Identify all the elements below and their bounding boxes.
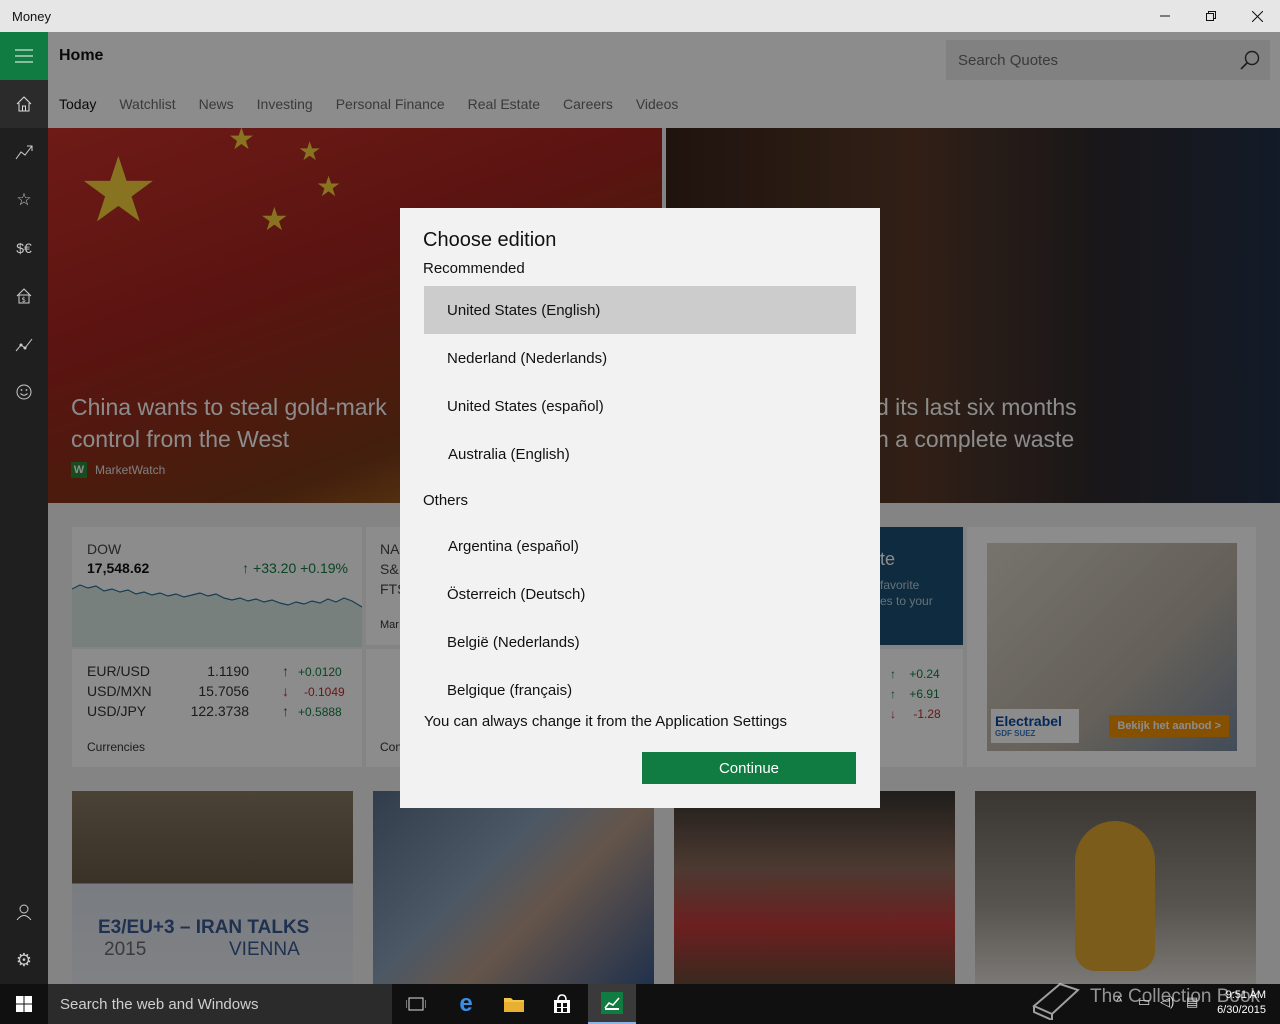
taskbar-search[interactable]: Search the web and Windows: [48, 984, 392, 1024]
book-watermark-icon: [1032, 982, 1080, 1020]
dialog-note: You can always change it from the Applic…: [424, 713, 788, 730]
rail-investing[interactable]: [0, 320, 48, 368]
edition-option-nl-nederlands[interactable]: Nederland (Nederlands): [424, 334, 856, 382]
edition-label: United States (English): [447, 301, 601, 319]
edition-label: Argentina (español): [448, 537, 579, 555]
store-icon: [554, 994, 570, 1013]
edition-label: United States (español): [447, 397, 604, 415]
recommended-heading: Recommended: [423, 260, 525, 277]
rail-bottom: ⚙: [0, 888, 48, 984]
smiley-icon: [16, 384, 32, 400]
rail-account[interactable]: [0, 888, 48, 936]
money-app-icon: [601, 992, 623, 1014]
window-title: Money: [12, 8, 52, 24]
clock[interactable]: 9:51 AM 6/30/2015: [1217, 988, 1266, 1018]
dialog-title: Choose edition: [423, 229, 557, 251]
continue-button[interactable]: Continue: [642, 752, 856, 784]
restore-icon: [1206, 11, 1216, 21]
rail-feedback[interactable]: [0, 368, 48, 416]
rail-home[interactable]: [0, 80, 48, 128]
edition-option-us-espanol[interactable]: United States (español): [424, 382, 856, 430]
edition-option-au-english[interactable]: Australia (English): [424, 430, 856, 478]
money-app-button[interactable]: [588, 984, 636, 1024]
task-view-button[interactable]: [392, 984, 440, 1024]
rail-settings[interactable]: ⚙: [0, 936, 48, 984]
restore-button[interactable]: [1188, 0, 1234, 32]
svg-text:$: $: [22, 296, 26, 304]
currency-icon: $€: [16, 240, 32, 256]
navigation-rail: ☆ $€ $ ⚙: [0, 32, 48, 984]
edition-option-ar-espanol[interactable]: Argentina (español): [424, 522, 856, 570]
network-icon[interactable]: ▭: [1138, 994, 1150, 1010]
close-button[interactable]: [1234, 0, 1280, 32]
edition-option-be-nederlands[interactable]: België (Nederlands): [424, 618, 856, 666]
title-bar: Money: [0, 0, 1280, 32]
minimize-icon: [1160, 15, 1170, 17]
hamburger-icon: [15, 49, 33, 63]
edition-option-at-deutsch[interactable]: Österreich (Deutsch): [424, 570, 856, 618]
edition-label: Österreich (Deutsch): [447, 585, 586, 603]
taskbar: Search the web and Windows e The Collect…: [0, 982, 1280, 1024]
task-view-icon: [406, 997, 426, 1011]
store-button[interactable]: [538, 984, 586, 1024]
file-explorer-button[interactable]: [490, 984, 538, 1024]
rail-real-estate[interactable]: $: [0, 272, 48, 320]
edge-button[interactable]: e: [442, 984, 490, 1024]
rail-watchlist[interactable]: ☆: [0, 176, 48, 224]
close-icon: [1251, 10, 1263, 22]
gear-icon: ⚙: [15, 949, 33, 970]
investing-icon: [15, 338, 33, 352]
volume-icon[interactable]: ◁): [1160, 994, 1174, 1010]
clock-date: 6/30/2015: [1217, 1004, 1266, 1016]
minimize-button[interactable]: [1142, 0, 1188, 32]
start-button[interactable]: [0, 984, 48, 1024]
hamburger-button[interactable]: [0, 32, 48, 80]
clock-time: 9:51 AM: [1225, 989, 1266, 1001]
real-estate-icon: $: [16, 288, 32, 304]
edition-label: België (Nederlands): [447, 633, 580, 651]
edition-option-be-francais[interactable]: Belgique (français): [424, 666, 856, 714]
choose-edition-dialog: Choose edition Recommended United States…: [400, 208, 880, 808]
windows-logo-icon: [16, 996, 32, 1012]
edition-label: Belgique (français): [447, 681, 573, 699]
user-icon: [16, 904, 32, 920]
home-icon: [16, 96, 32, 112]
star-icon: ☆: [16, 190, 32, 209]
edition-label: Nederland (Nederlands): [447, 349, 608, 367]
edge-icon: e: [459, 990, 473, 1017]
edition-label: Australia (English): [448, 445, 570, 463]
rail-markets[interactable]: [0, 128, 48, 176]
folder-icon: [504, 998, 524, 1012]
chart-trend-icon: [15, 145, 33, 160]
edition-option-us-english[interactable]: United States (English): [424, 286, 856, 334]
chevron-up-icon[interactable]: ^: [1116, 994, 1122, 1009]
action-center-icon[interactable]: ▤: [1186, 994, 1198, 1010]
rail-currencies[interactable]: $€: [0, 224, 48, 272]
others-heading: Others: [423, 492, 469, 509]
